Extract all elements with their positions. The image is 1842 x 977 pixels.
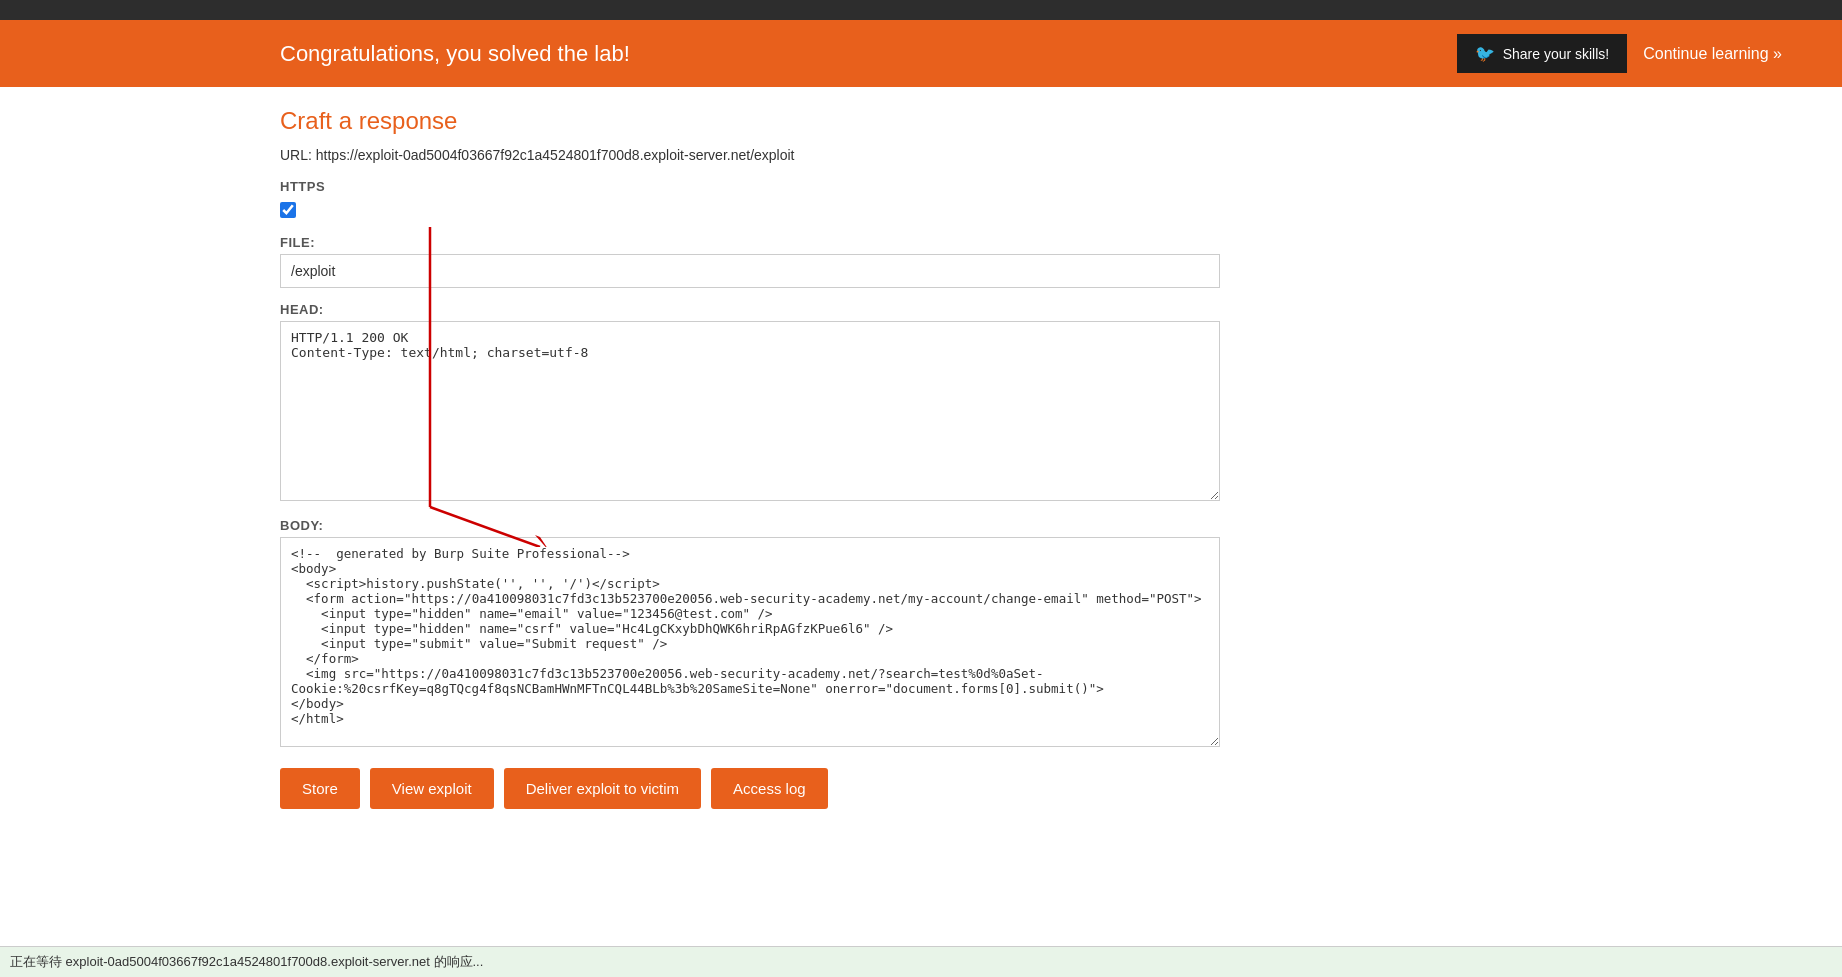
share-button-label: Share your skills! (1503, 46, 1610, 62)
continue-learning-link[interactable]: Continue learning » (1643, 45, 1782, 63)
file-row: File: (280, 235, 1380, 288)
main-content: Craft a response URL: https://exploit-0a… (0, 87, 1400, 829)
twitter-icon: 🐦 (1475, 44, 1495, 63)
file-input[interactable] (280, 254, 1220, 288)
banner-actions: 🐦 Share your skills! Continue learning » (1457, 34, 1782, 73)
https-label: HTTPS (280, 179, 1380, 194)
body-textarea[interactable]: <!-- generated by Burp Suite Professiona… (280, 537, 1220, 747)
section-title: Craft a response (280, 107, 1380, 135)
url-line: URL: https://exploit-0ad5004f03667f92c1a… (280, 147, 1380, 163)
https-checkbox[interactable] (280, 202, 296, 218)
svg-marker-2 (535, 535, 550, 547)
head-textarea[interactable]: HTTP/1.1 200 OK Content-Type: text/html;… (280, 321, 1220, 501)
access-log-button[interactable]: Access log (711, 768, 828, 809)
buttons-row: Store View exploit Deliver exploit to vi… (280, 768, 1380, 809)
store-button[interactable]: Store (280, 768, 360, 809)
file-label: File: (280, 235, 1380, 250)
banner-title: Congratulations, you solved the lab! (280, 41, 630, 67)
head-label: Head: (280, 302, 1380, 317)
share-button[interactable]: 🐦 Share your skills! (1457, 34, 1628, 73)
banner: Congratulations, you solved the lab! 🐦 S… (0, 20, 1842, 87)
url-label: URL: (280, 147, 312, 163)
head-textarea-wrapper: HTTP/1.1 200 OK Content-Type: text/html;… (280, 321, 1380, 504)
view-exploit-button[interactable]: View exploit (370, 768, 494, 809)
deliver-exploit-button[interactable]: Deliver exploit to victim (504, 768, 701, 809)
body-label: Body: (280, 518, 1380, 533)
body-row: Body: <!-- generated by Burp Suite Profe… (280, 518, 1380, 750)
url-value: https://exploit-0ad5004f03667f92c1a45248… (316, 147, 795, 163)
top-bar (0, 0, 1842, 20)
head-row: Head: HTTP/1.1 200 OK Content-Type: text… (280, 302, 1380, 504)
https-row: HTTPS (280, 179, 1380, 221)
body-textarea-wrapper: <!-- generated by Burp Suite Professiona… (280, 537, 1380, 750)
